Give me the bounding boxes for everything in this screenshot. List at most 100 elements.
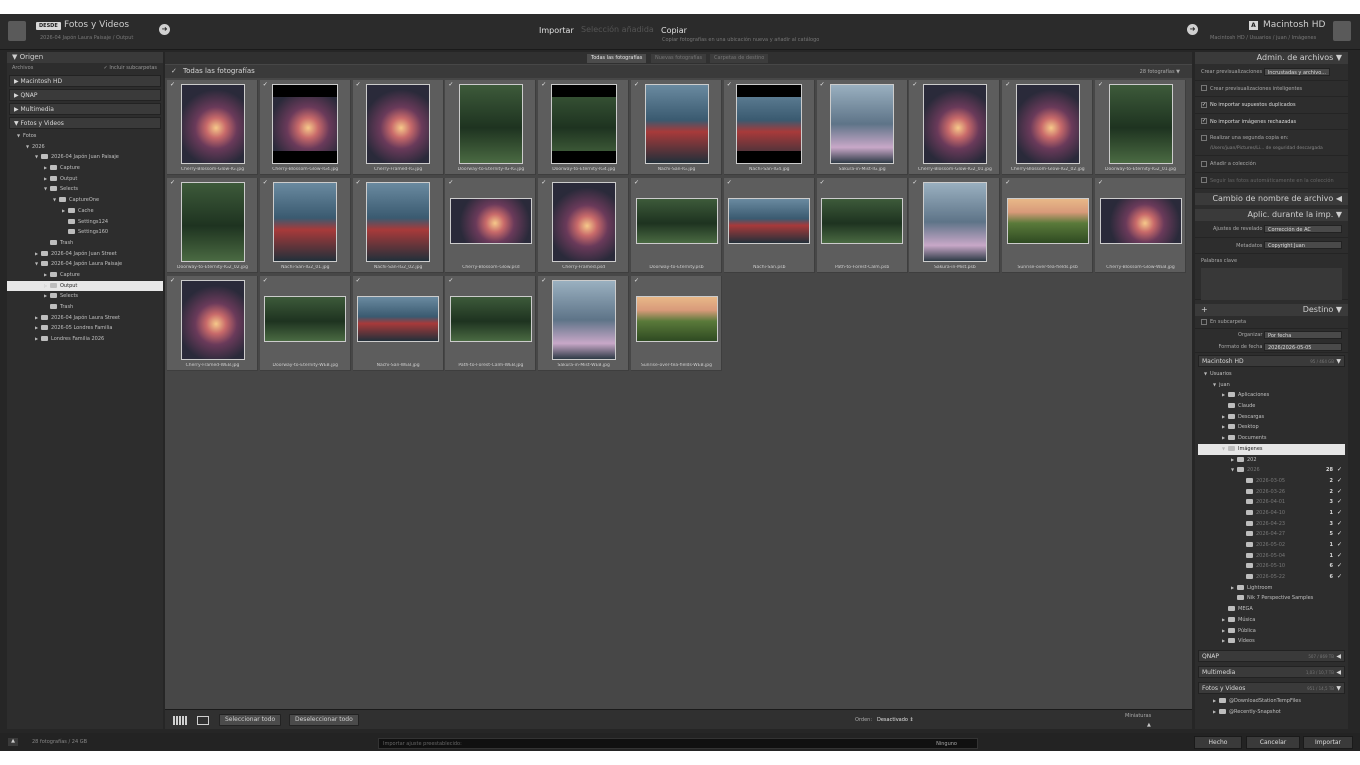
destination-folder-row[interactable]: ▶ Lightroom — [1198, 583, 1345, 594]
source-folder-row[interactable]: Trash — [7, 302, 163, 313]
photo-image[interactable] — [922, 84, 987, 164]
photo-check-icon[interactable]: ✓ — [356, 180, 362, 186]
mode-copy[interactable]: Copiar — [661, 26, 687, 35]
photo-thumbnail[interactable]: ✓ Nachi-San.psb — [723, 178, 815, 273]
source-volume-3[interactable]: ▼ Fotos y Videos — [9, 117, 161, 129]
second-copy-path[interactable]: /Users/juan/Pictures/Li... de seguridad … — [1201, 146, 1323, 151]
photo-image[interactable] — [635, 198, 718, 244]
include-subfolders-checkbox[interactable]: ✓ Incluir subcarpetas — [104, 65, 157, 71]
photo-image[interactable] — [1099, 198, 1182, 244]
destination-header[interactable]: + Destino ▼ — [1195, 304, 1348, 316]
second-copy-checkbox[interactable] — [1201, 134, 1207, 141]
source-title[interactable]: Fotos y Videos — [64, 20, 129, 30]
metadata-select[interactable]: Copyright Juan — [1264, 241, 1342, 249]
destination-folder-row[interactable]: 2026-04-10 1 ✓ — [1198, 508, 1345, 519]
source-folder-row[interactable]: ▶ Selects — [7, 291, 163, 302]
destination-folder-row[interactable]: ▼ Usuarios — [1198, 369, 1345, 380]
thumbnail-size-slider[interactable]: ▲ — [1147, 722, 1151, 728]
no-duplicates-row[interactable]: ✓ No importar supuestos duplicados — [1195, 97, 1348, 114]
source-volume-2[interactable]: ▶ Multimedia — [9, 103, 161, 115]
photo-thumbnail[interactable]: ✓ Nachi-San-IG.jpg — [631, 80, 722, 175]
source-folder-row[interactable]: ▼ 2026-04 Japón Laura Paisaje — [7, 259, 163, 270]
destination-title[interactable]: Macintosh HD — [1263, 20, 1325, 30]
date-format-select[interactable]: 2026/2026-05-05 — [1264, 342, 1342, 351]
auto-advance-row[interactable]: Seguir las fotos automáticamente en la c… — [1195, 173, 1348, 189]
apply-during-import-header[interactable]: Aplic. durante la imp. ▼ — [1195, 209, 1348, 221]
photo-check-icon[interactable]: ✓ — [448, 278, 454, 284]
photo-image[interactable] — [180, 84, 245, 164]
photo-image[interactable] — [357, 296, 440, 342]
photo-check-icon[interactable]: ✓ — [541, 82, 547, 88]
photo-check-icon[interactable]: ✓ — [1005, 180, 1011, 186]
destination-folder-row[interactable]: 2026-04-01 3 ✓ — [1198, 497, 1345, 508]
photo-image[interactable] — [366, 84, 431, 164]
done-button[interactable]: Hecho — [1194, 736, 1242, 749]
destination-folder-row[interactable]: ▶ Aplicaciones — [1198, 390, 1345, 401]
subfolder-checkbox[interactable] — [1201, 318, 1207, 325]
eject-icon[interactable]: ▲ — [8, 738, 18, 746]
photo-image[interactable] — [1015, 84, 1080, 164]
photo-check-icon[interactable]: ✓ — [448, 180, 454, 186]
destination-folder-row[interactable]: ▶ @DownloadStationTempFiles — [1198, 696, 1345, 707]
destination-folder-row[interactable]: ▶ Música — [1198, 615, 1345, 626]
photo-thumbnail[interactable]: ✓ Cherry-Blossom-Glow-IG.jpg — [167, 80, 258, 175]
photo-check-icon[interactable]: ✓ — [634, 82, 640, 88]
source-folder-row[interactable]: ▼ 2026-04 Japón Juan Paisaje — [7, 152, 163, 163]
photo-image[interactable] — [180, 182, 245, 262]
source-folder-row[interactable]: Settings160 — [7, 227, 163, 238]
photo-thumbnail[interactable]: ✓ Cherry-Blossom-Glow-IG2_01.jpg — [909, 80, 1001, 175]
build-previews-select[interactable]: Incrustadas y archivo... — [1263, 67, 1330, 76]
no-rejected-row[interactable]: ✓ No importar imágenes rechazadas — [1195, 114, 1348, 130]
photo-image[interactable] — [644, 84, 709, 164]
photo-image[interactable] — [264, 296, 347, 342]
photo-image[interactable] — [550, 84, 617, 164]
destination-folder-row[interactable]: ▶ Vídeos — [1198, 636, 1345, 647]
destination-folder-row[interactable]: ▼ 2026 28 ✓ — [1198, 465, 1345, 476]
photo-thumbnail[interactable]: ✓ Cherry-Framed-WEB.jpg — [167, 276, 258, 371]
source-folder-row[interactable]: ▶ Output — [7, 174, 163, 185]
select-all-button[interactable]: Seleccionar todo — [219, 714, 282, 726]
source-folder-row[interactable]: ▶ Capture — [7, 270, 163, 281]
photo-thumbnail[interactable]: ✓ Doorway-to-Eternity-IG2_01.jpg — [1095, 80, 1186, 175]
photo-thumbnail[interactable]: ✓ Path-to-Forest-Calm-WEB.jpg — [445, 276, 537, 371]
photo-image[interactable] — [551, 280, 616, 360]
photo-check-icon[interactable]: ✓ — [263, 180, 269, 186]
photo-check-icon[interactable]: ✓ — [356, 278, 362, 284]
photo-image[interactable] — [830, 84, 895, 164]
grid-view-icon[interactable] — [173, 716, 187, 725]
source-folder-row[interactable]: ▶ 2026-04 Japón Laura Street — [7, 313, 163, 324]
destination-folder-row[interactable]: 2026-04-23 3 ✓ — [1198, 519, 1345, 530]
destination-folder-row[interactable]: ▼ juan — [1198, 380, 1345, 391]
add-collection-row[interactable]: Añadir a colección — [1195, 156, 1348, 173]
source-folder-row[interactable]: ▶ 2026-05 Londres Familia — [7, 323, 163, 334]
photo-image[interactable] — [458, 84, 523, 164]
photo-check-icon[interactable]: ✓ — [448, 82, 454, 88]
photo-image[interactable] — [272, 84, 339, 164]
destination-folder-row[interactable]: 2026-04-27 5 ✓ — [1198, 529, 1345, 540]
photo-thumbnail[interactable]: ✓ Doorway-to-Eternity-IG4.jpg — [538, 80, 630, 175]
import-button[interactable]: Importar — [1303, 736, 1353, 749]
photo-check-icon[interactable]: ✓ — [727, 82, 733, 88]
smart-previews-row[interactable]: Crear previsualizaciones inteligentes — [1195, 81, 1348, 97]
select-all-check-icon[interactable]: ✓ — [171, 67, 177, 75]
tab-new-photos[interactable]: Nuevas fotografías — [651, 54, 707, 63]
photo-image[interactable] — [180, 280, 245, 360]
cancel-button[interactable]: Cancelar — [1246, 736, 1300, 749]
subfolder-row[interactable]: En subcarpeta — [1195, 316, 1348, 329]
photo-check-icon[interactable]: ✓ — [1005, 82, 1011, 88]
destination-folder-row[interactable]: 2026-05-02 1 ✓ — [1198, 540, 1345, 551]
photo-check-icon[interactable]: ✓ — [1098, 180, 1104, 186]
photo-image[interactable] — [922, 182, 987, 262]
photo-count[interactable]: 28 fotografías ▼ — [1140, 69, 1180, 75]
photo-image[interactable] — [728, 198, 811, 244]
photo-check-icon[interactable]: ✓ — [170, 180, 176, 186]
photo-check-icon[interactable]: ✓ — [356, 82, 362, 88]
source-volume-1[interactable]: ▶ QNAP — [9, 89, 161, 101]
photo-thumbnail[interactable]: ✓ Sakura-in-Mist-IG.jpg — [816, 80, 908, 175]
photo-thumbnail[interactable]: ✓ Doorway-to-Eternity-WEB.jpg — [259, 276, 351, 371]
photo-check-icon[interactable]: ✓ — [170, 82, 176, 88]
source-folder-row[interactable]: ▼ Selects — [7, 184, 163, 195]
file-renaming-header[interactable]: Cambio de nombre de archivo ◀ — [1195, 193, 1348, 205]
add-destination-icon[interactable]: + — [1201, 305, 1208, 314]
no-rejected-checkbox[interactable]: ✓ — [1201, 118, 1207, 124]
